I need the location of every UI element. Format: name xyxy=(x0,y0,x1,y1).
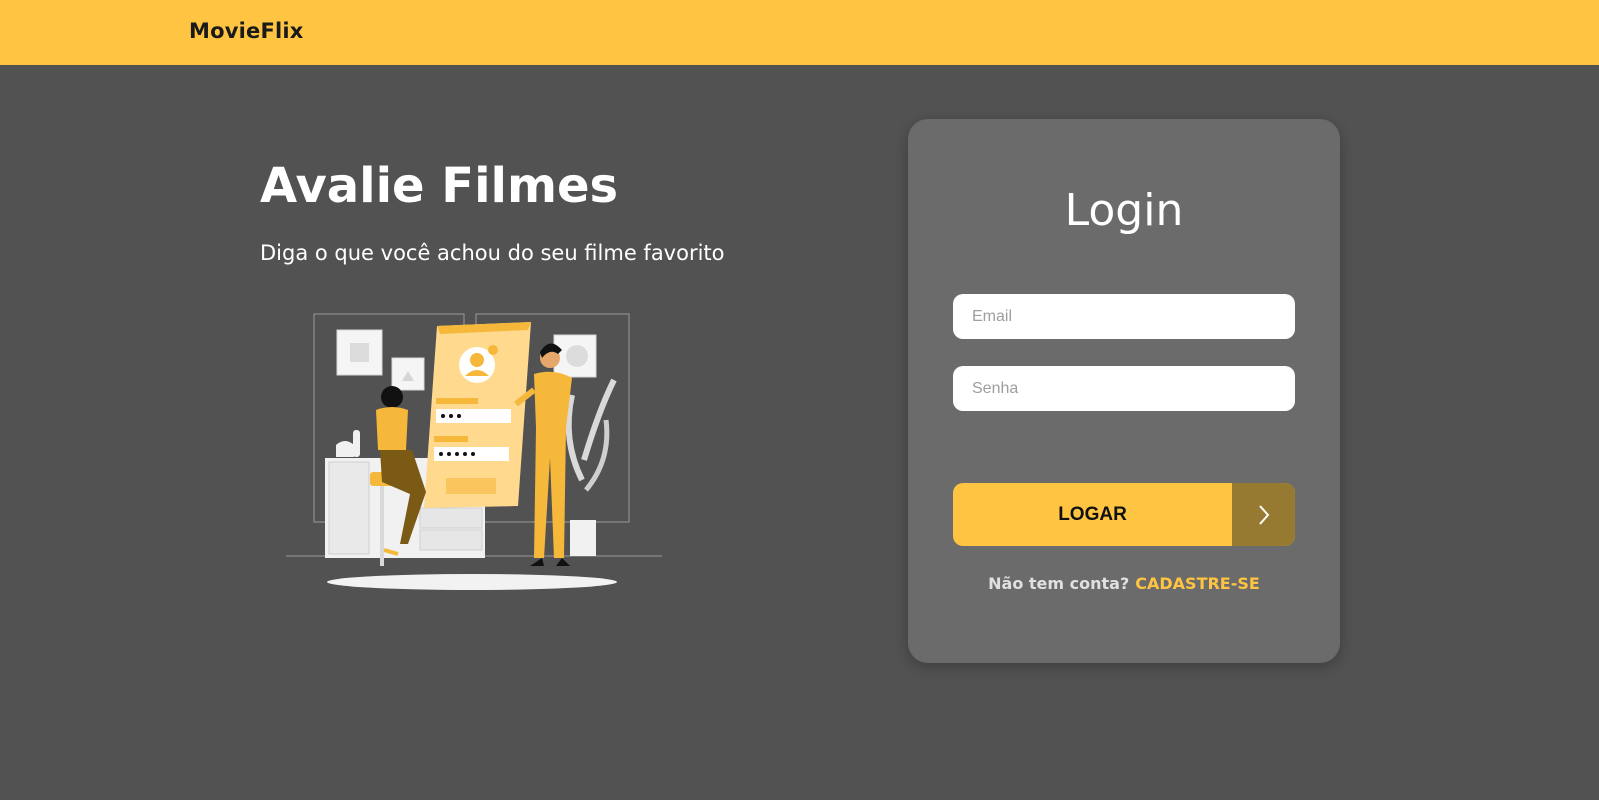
hero-subtitle: Diga o que você achou do seu filme favor… xyxy=(260,241,725,265)
hero-title: Avalie Filmes xyxy=(260,158,619,214)
login-title: Login xyxy=(1064,185,1184,236)
login-illustration xyxy=(286,313,662,590)
top-navbar: MovieFlix xyxy=(0,0,1599,65)
signup-prompt: Não tem conta? xyxy=(988,574,1130,593)
login-button-label: LOGAR xyxy=(1058,504,1127,525)
chevron-right-icon xyxy=(1232,483,1295,546)
signup-link[interactable]: CADASTRE-SE xyxy=(1135,574,1260,593)
email-input[interactable] xyxy=(953,294,1295,339)
brand-logo[interactable]: MovieFlix xyxy=(189,19,304,43)
login-card: Login LOGAR Não tem conta? CADASTRE-SE xyxy=(908,119,1340,663)
login-button[interactable]: LOGAR xyxy=(953,483,1295,546)
signup-row: Não tem conta? CADASTRE-SE xyxy=(908,574,1340,593)
password-input[interactable] xyxy=(953,366,1295,411)
